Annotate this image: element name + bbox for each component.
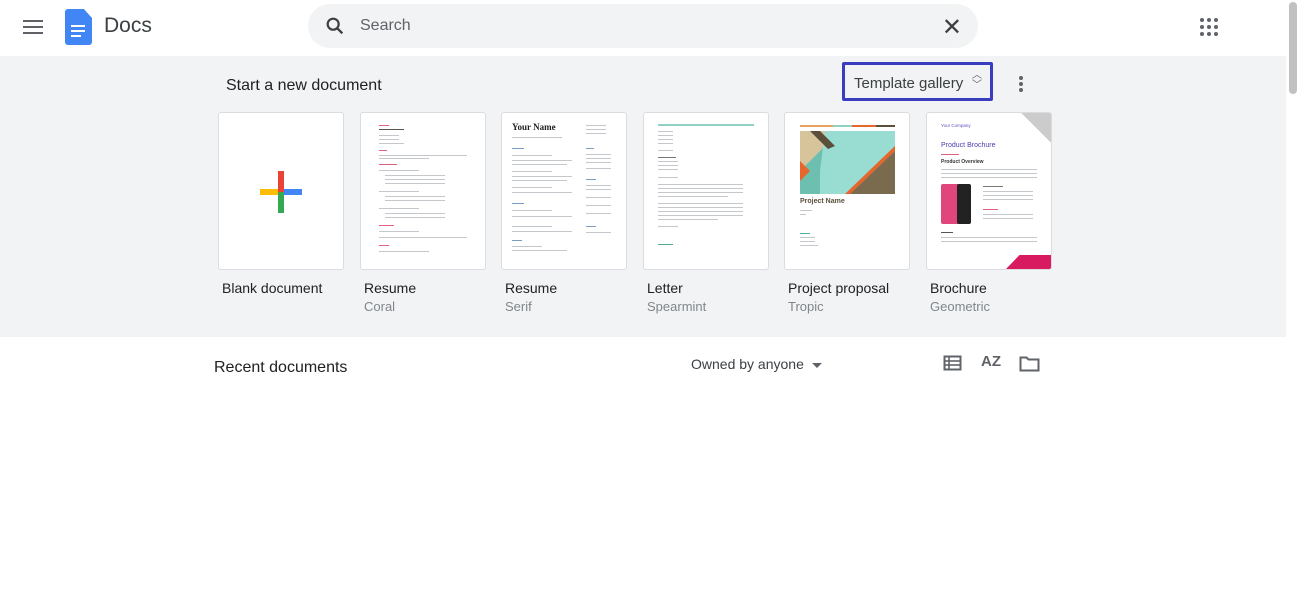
main-menu-icon[interactable] [22,17,44,39]
scrollbar-thumb[interactable] [1289,2,1297,94]
template-title: Blank document [218,280,344,296]
template-title: Resume [360,280,486,296]
dropdown-arrow-icon [812,363,822,368]
template-subtitle: Serif [501,299,627,314]
template-thumbnail: Your Company Product Brochure Product Ov… [926,112,1052,270]
template-thumbnail: Project Name [784,112,910,270]
sort-az-icon[interactable]: AZ [981,353,1001,370]
thumb-heading: Your Name [512,122,556,132]
thumb-subheading: Product Overview [941,159,984,165]
template-title: Brochure [926,280,1052,296]
more-options-icon[interactable] [1019,76,1023,94]
section-title: Start a new document [226,77,382,95]
app-name[interactable]: Docs [104,14,152,38]
search-placeholder: Search [360,17,411,35]
thumb-heading: Product Brochure [941,142,995,149]
search-icon[interactable] [324,15,346,37]
template-resume-serif[interactable]: Your Name Resume Serif [501,112,627,314]
template-thumbnail [218,112,344,270]
search-input[interactable]: Search ✕ [308,4,978,48]
thumb-heading: Project Name [800,198,845,205]
google-apps-icon[interactable] [1200,18,1218,36]
scrollbar[interactable] [1286,0,1300,614]
template-subtitle: Coral [360,299,486,314]
template-subtitle: Geometric [926,299,1052,314]
template-subtitle: Spearmint [643,299,769,314]
template-subtitle: Tropic [784,299,910,314]
plus-icon [260,171,302,213]
template-thumbnail [360,112,486,270]
geometric-banner-image [800,131,895,194]
template-blank-document[interactable]: Blank document [218,112,344,296]
recent-documents-title: Recent documents [214,359,347,377]
template-letter-spearmint[interactable]: Letter Spearmint [643,112,769,314]
thumb-company: Your Company [941,123,971,128]
top-bar: Docs Search ✕ [0,0,1286,56]
template-project-proposal-tropic[interactable]: Project Name Project proposal Tropic [784,112,910,314]
unfold-icon: ︿﹀ [972,71,982,91]
template-resume-coral[interactable]: Resume Coral [360,112,486,314]
template-title: Project proposal [784,280,910,296]
owner-filter-dropdown[interactable]: Owned by anyone [691,356,822,372]
owner-filter-label: Owned by anyone [691,356,804,372]
docs-logo-icon[interactable] [65,9,92,45]
template-gallery-button[interactable]: Template gallery ︿﹀ [842,62,993,101]
folder-icon[interactable] [1019,354,1040,373]
template-title: Letter [643,280,769,296]
list-view-icon[interactable] [943,354,962,373]
template-thumbnail [643,112,769,270]
template-thumbnail: Your Name [501,112,627,270]
template-gallery-label: Template gallery [854,75,963,92]
clear-search-icon[interactable]: ✕ [942,13,962,42]
template-brochure-geometric[interactable]: Your Company Product Brochure Product Ov… [926,112,1052,314]
template-title: Resume [501,280,627,296]
